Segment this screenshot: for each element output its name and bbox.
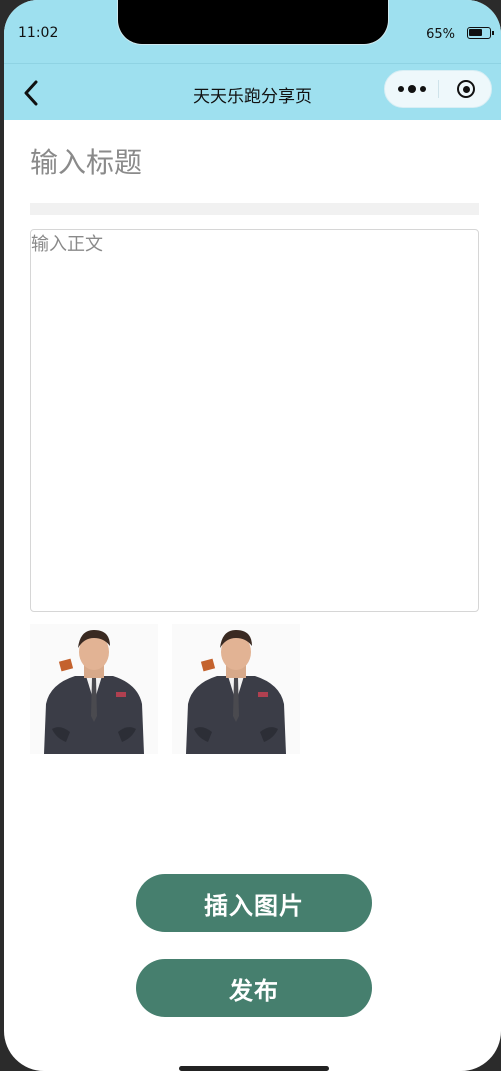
notch <box>118 0 388 44</box>
battery-percent: 65% <box>426 27 455 42</box>
person-photo-icon <box>172 624 300 754</box>
more-dots-icon <box>396 85 428 93</box>
phone-screen: 11:02 65% 天天乐跑分享页 输入标题 输入正文 插入图片 发布 <box>4 0 501 1071</box>
body-textarea[interactable] <box>30 229 479 612</box>
nav-separator <box>4 63 501 64</box>
mini-program-capsule <box>384 70 492 108</box>
close-mini-program-button[interactable] <box>439 71 493 107</box>
image-thumbnail[interactable] <box>30 624 158 754</box>
image-thumbnail[interactable] <box>172 624 300 754</box>
home-indicator <box>179 1066 329 1071</box>
title-divider <box>30 203 479 215</box>
battery-icon <box>467 27 494 39</box>
title-input[interactable] <box>30 139 478 185</box>
person-photo-icon <box>30 624 158 754</box>
insert-image-button[interactable]: 插入图片 <box>136 874 372 932</box>
target-close-icon <box>457 80 475 98</box>
more-button[interactable] <box>385 71 439 107</box>
status-time: 11:02 <box>18 25 59 41</box>
publish-button[interactable]: 发布 <box>136 959 372 1017</box>
top-bar: 11:02 65% 天天乐跑分享页 <box>4 0 501 120</box>
